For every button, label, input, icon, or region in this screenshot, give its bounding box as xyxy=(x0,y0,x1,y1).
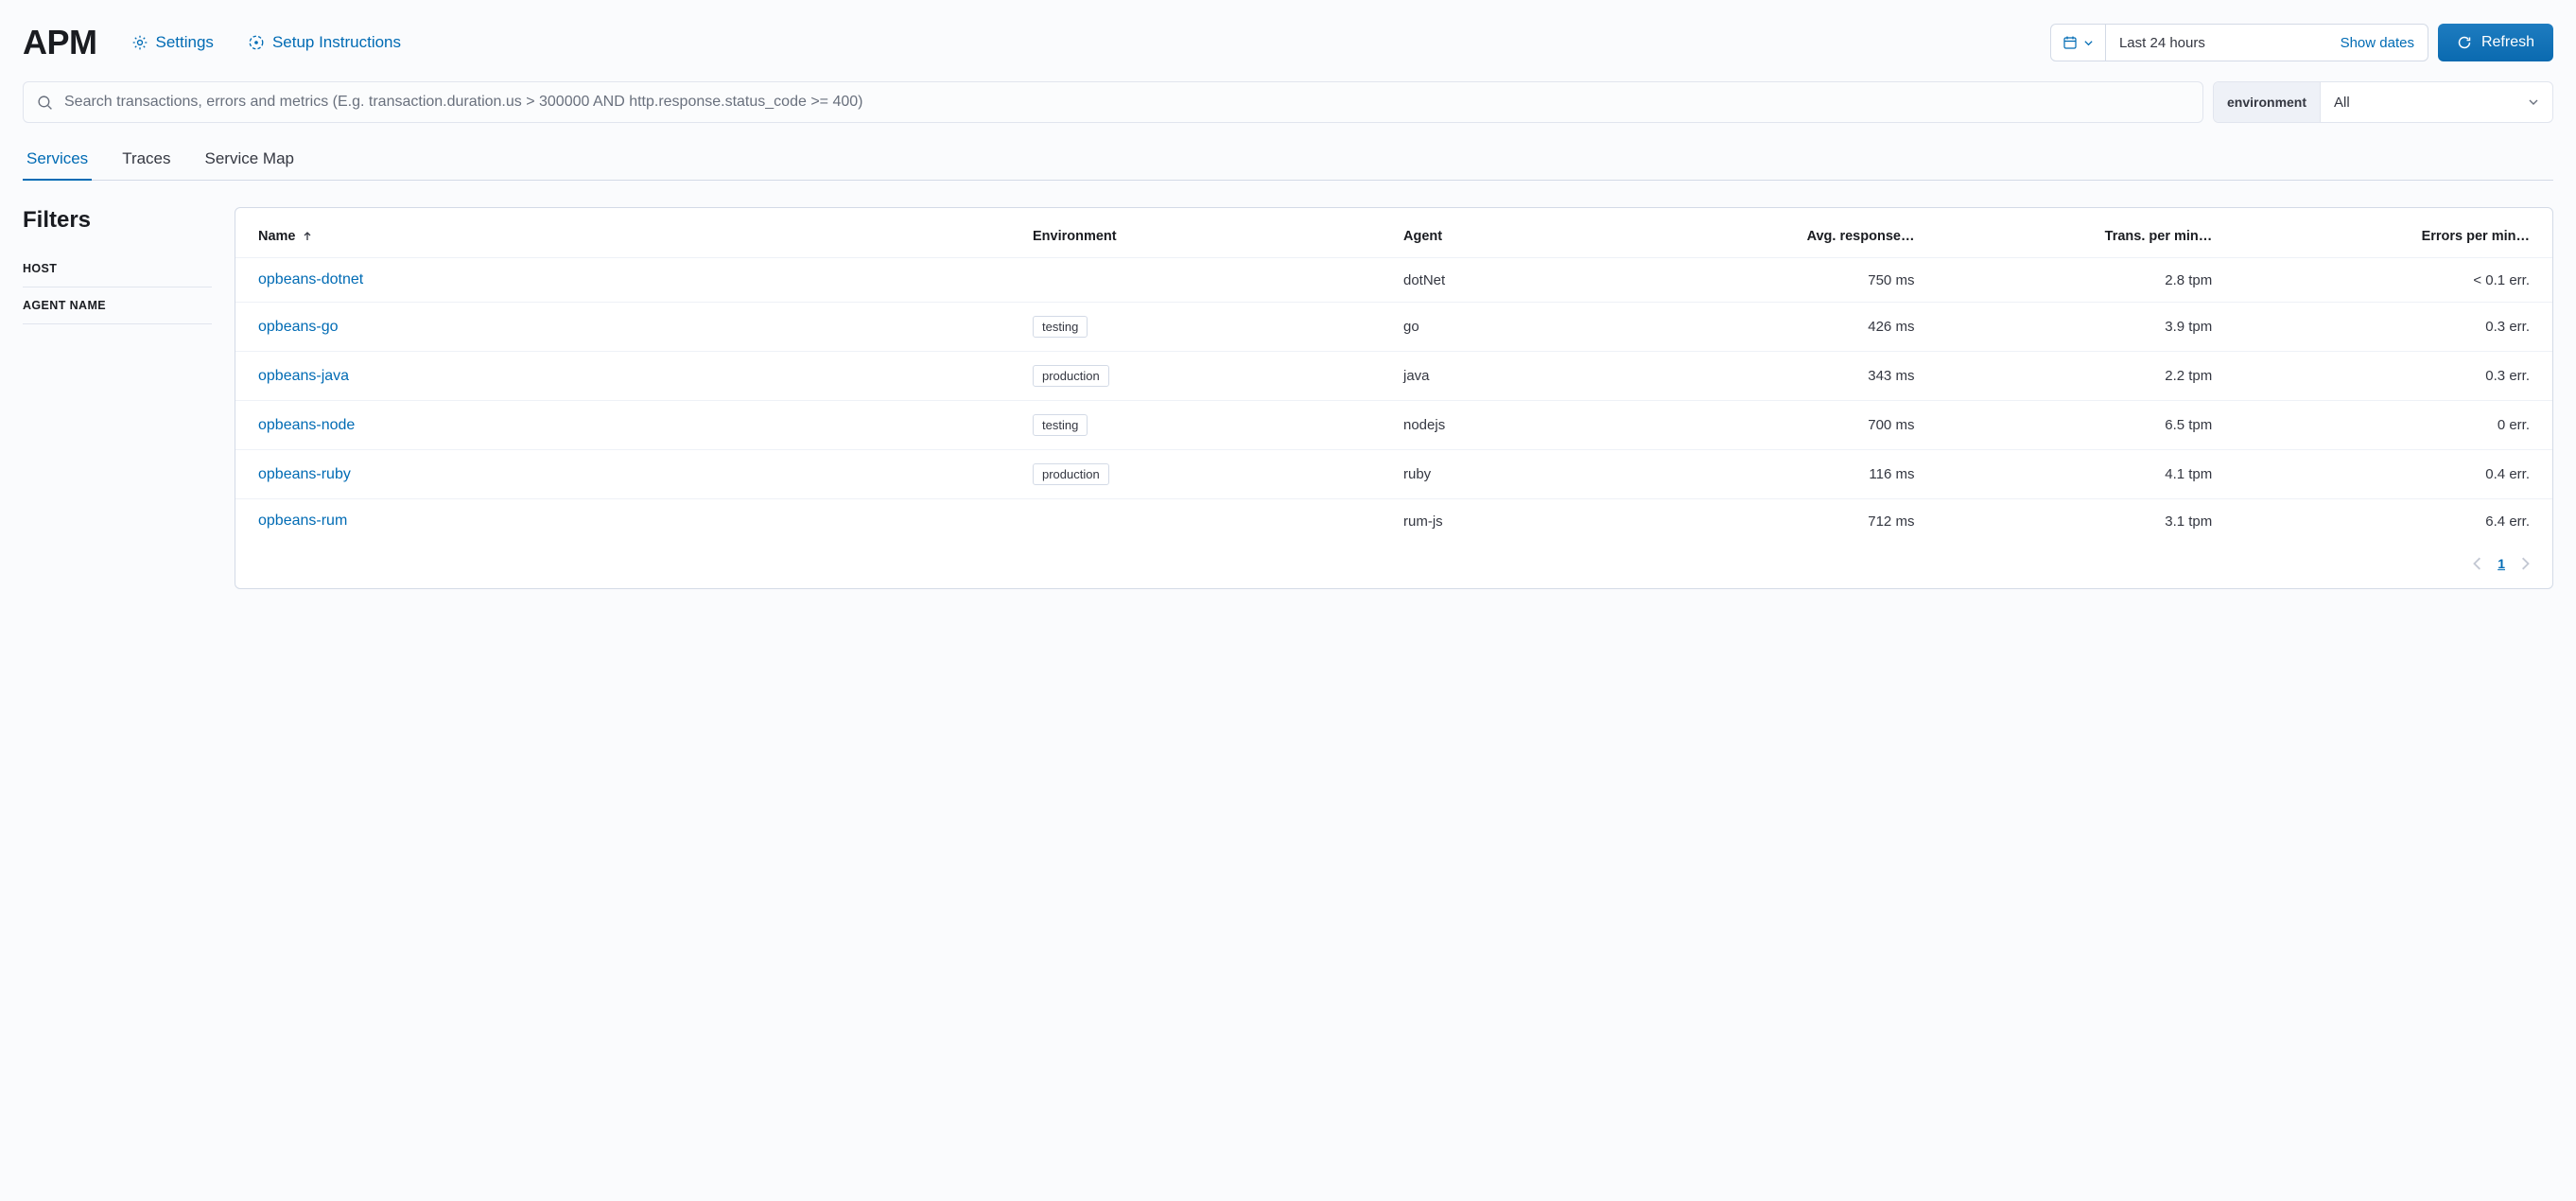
errors-cell: 0.4 err. xyxy=(2221,450,2552,499)
tpm-cell: 6.5 tpm xyxy=(1923,401,2221,450)
page-header: APM Settings Setup Instructions xyxy=(23,15,2553,81)
services-panel: Name Environment Agent Avg. response… Tr… xyxy=(235,207,2553,589)
agent-cell: nodejs xyxy=(1394,401,1626,450)
setup-instructions-link[interactable]: Setup Instructions xyxy=(248,33,401,52)
avg-response-cell: 700 ms xyxy=(1626,401,1923,450)
errors-cell: 0.3 err. xyxy=(2221,303,2552,352)
date-picker-button[interactable] xyxy=(2051,25,2106,61)
avg-response-cell: 343 ms xyxy=(1626,352,1923,401)
column-header-agent[interactable]: Agent xyxy=(1394,216,1626,258)
errors-cell: 0.3 err. xyxy=(2221,352,2552,401)
filter-host[interactable]: HOST xyxy=(23,251,212,287)
environment-value: All xyxy=(2334,95,2350,111)
search-box[interactable] xyxy=(23,81,2203,123)
table-row: opbeans-ruby production ruby116 ms4.1 tpm0… xyxy=(235,450,2552,499)
date-range-display[interactable]: Last 24 hours Show dates xyxy=(2106,25,2428,61)
service-link[interactable]: opbeans-node xyxy=(258,417,355,433)
environment-label: environment xyxy=(2214,82,2321,122)
page-title: APM xyxy=(23,23,97,62)
errors-cell: < 0.1 err. xyxy=(2221,258,2552,303)
refresh-button[interactable]: Refresh xyxy=(2438,24,2553,61)
tpm-cell: 4.1 tpm xyxy=(1923,450,2221,499)
service-link[interactable]: opbeans-java xyxy=(258,368,349,384)
column-header-tpm[interactable]: Trans. per min… xyxy=(1923,216,2221,258)
table-row: opbeans-rum rum-js712 ms3.1 tpm6.4 err. xyxy=(235,499,2552,544)
pagination: 1 xyxy=(235,543,2552,571)
table-row: opbeans-node testing nodejs700 ms6.5 tpm0 … xyxy=(235,401,2552,450)
refresh-icon xyxy=(2457,35,2472,50)
service-link[interactable]: opbeans-rum xyxy=(258,513,347,529)
agent-cell: dotNet xyxy=(1394,258,1626,303)
service-link[interactable]: opbeans-dotnet xyxy=(258,271,363,287)
service-link[interactable]: opbeans-ruby xyxy=(258,466,351,482)
search-input[interactable] xyxy=(64,94,2189,111)
settings-label: Settings xyxy=(156,33,214,52)
avg-response-cell: 426 ms xyxy=(1626,303,1923,352)
pagination-page-1[interactable]: 1 xyxy=(2498,556,2505,571)
chevron-down-icon xyxy=(2083,38,2094,48)
tabs: Services Traces Service Map xyxy=(23,140,2553,181)
agent-cell: java xyxy=(1394,352,1626,401)
date-range-text: Last 24 hours xyxy=(2119,35,2205,51)
tpm-cell: 2.2 tpm xyxy=(1923,352,2221,401)
tab-traces[interactable]: Traces xyxy=(118,140,174,180)
column-header-errors[interactable]: Errors per min… xyxy=(2221,216,2552,258)
date-range-group: Last 24 hours Show dates xyxy=(2050,24,2428,61)
pagination-prev[interactable] xyxy=(2473,557,2482,570)
gear-icon xyxy=(131,34,148,51)
filter-agent-name[interactable]: AGENT NAME xyxy=(23,287,212,324)
environment-select[interactable]: All xyxy=(2321,82,2552,122)
setup-label: Setup Instructions xyxy=(272,33,401,52)
table-row: opbeans-dotnet dotNet750 ms2.8 tpm< 0.1 e… xyxy=(235,258,2552,303)
column-header-avg-response[interactable]: Avg. response… xyxy=(1626,216,1923,258)
refresh-label: Refresh xyxy=(2481,34,2534,51)
errors-cell: 0 err. xyxy=(2221,401,2552,450)
column-header-name[interactable]: Name xyxy=(258,229,313,244)
avg-response-cell: 712 ms xyxy=(1626,499,1923,544)
environment-badge: production xyxy=(1033,365,1109,387)
table-row: opbeans-java production java343 ms2.2 tpm0… xyxy=(235,352,2552,401)
errors-cell: 6.4 err. xyxy=(2221,499,2552,544)
agent-cell: go xyxy=(1394,303,1626,352)
environment-badge: testing xyxy=(1033,316,1088,338)
agent-cell: ruby xyxy=(1394,450,1626,499)
show-dates-link[interactable]: Show dates xyxy=(2341,35,2414,51)
service-link[interactable]: opbeans-go xyxy=(258,319,339,335)
tpm-cell: 3.1 tpm xyxy=(1923,499,2221,544)
sort-asc-icon xyxy=(302,231,313,242)
chevron-down-icon xyxy=(2528,96,2539,108)
table-row: opbeans-go testing go426 ms3.9 tpm0.3 err. xyxy=(235,303,2552,352)
environment-badge: testing xyxy=(1033,414,1088,436)
column-header-environment[interactable]: Environment xyxy=(1023,216,1394,258)
calendar-icon xyxy=(2063,35,2078,50)
environment-badge: production xyxy=(1033,463,1109,485)
tpm-cell: 2.8 tpm xyxy=(1923,258,2221,303)
setup-icon xyxy=(248,34,265,51)
filters-sidebar: Filters HOST AGENT NAME xyxy=(23,207,212,589)
search-icon xyxy=(37,95,53,111)
pagination-next[interactable] xyxy=(2520,557,2530,570)
tab-services[interactable]: Services xyxy=(23,140,92,180)
avg-response-cell: 750 ms xyxy=(1626,258,1923,303)
services-table: Name Environment Agent Avg. response… Tr… xyxy=(235,216,2552,543)
agent-cell: rum-js xyxy=(1394,499,1626,544)
tpm-cell: 3.9 tpm xyxy=(1923,303,2221,352)
avg-response-cell: 116 ms xyxy=(1626,450,1923,499)
filters-title: Filters xyxy=(23,207,212,234)
environment-filter: environment All xyxy=(2213,81,2553,123)
settings-link[interactable]: Settings xyxy=(131,33,214,52)
tab-service-map[interactable]: Service Map xyxy=(201,140,298,180)
